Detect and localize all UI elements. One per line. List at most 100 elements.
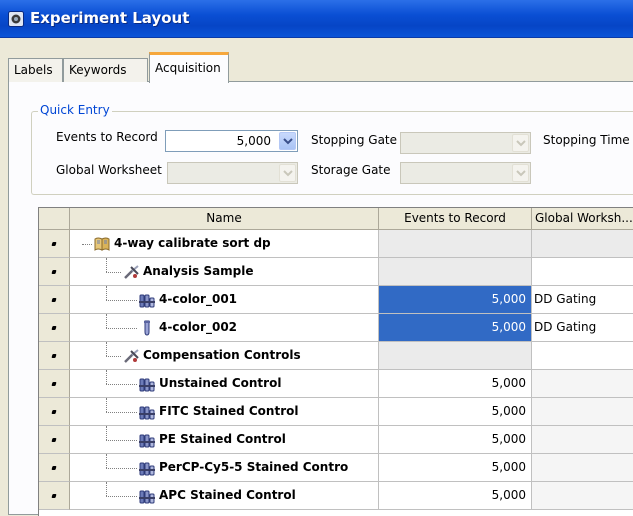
window-titlebar[interactable]: Experiment Layout [0,0,633,38]
name-cell[interactable]: Compensation Controls [70,342,379,370]
name-cell[interactable]: Analysis Sample [70,258,379,286]
events-cell[interactable]: 5,000 [379,314,532,342]
row-marker-dot [51,438,57,442]
grid-corner-header[interactable] [39,208,70,230]
tree-connector [106,384,137,385]
worksheet-cell[interactable] [532,426,633,454]
row-marker-dot [51,466,57,470]
tab-keywords[interactable]: Keywords [63,58,148,82]
table-row[interactable]: APC Stained Control 5,000 [39,482,633,510]
worksheet-cell[interactable] [532,398,633,426]
name-cell[interactable]: PerCP-Cy5-5 Stained Contro [70,454,379,482]
worksheet-cell[interactable] [532,454,633,482]
events-cell[interactable]: 5,000 [379,482,532,510]
events-cell[interactable] [379,258,532,286]
row-selector[interactable] [39,230,70,258]
worksheet-cell[interactable] [532,482,633,510]
row-marker-dot [51,270,57,274]
row-selector[interactable] [39,370,70,398]
tree-connector [106,412,137,413]
tube-icon [139,320,155,336]
worksheet-cell[interactable] [532,258,633,286]
events-to-record-combo[interactable]: 5,000 [165,130,298,152]
row-name-label: Analysis Sample [143,264,254,278]
tree-connector [82,244,92,245]
tree-connector [106,342,107,356]
worksheet-cell[interactable]: DD Gating [532,314,633,342]
chevron-down-icon[interactable] [279,164,296,182]
stopping-gate-combo[interactable] [400,132,531,154]
events-cell[interactable]: 5,000 [379,426,532,454]
tab-labels-label: Labels [14,63,53,77]
worksheet-cell[interactable] [532,230,633,258]
events-cell[interactable]: 5,000 [379,370,532,398]
tab-acquisition[interactable]: Acquisition [149,52,229,83]
events-cell[interactable] [379,342,532,370]
row-selector[interactable] [39,398,70,426]
row-selector[interactable] [39,258,70,286]
row-name-label: 4-color_002 [159,320,238,334]
events-cell[interactable] [379,230,532,258]
tree-connector [106,468,137,469]
table-row[interactable]: Analysis Sample [39,258,633,286]
events-cell[interactable]: 5,000 [379,398,532,426]
specimen-icon [123,264,139,280]
row-selector[interactable] [39,482,70,510]
column-header-worksheet[interactable]: Global Worksh... [532,208,633,230]
table-row[interactable]: 4-color_002 5,000 DD Gating [39,314,633,342]
row-marker-dot [51,242,57,246]
table-row[interactable]: 4-color_001 5,000 DD Gating [39,286,633,314]
tree-connector [106,426,107,440]
worksheet-cell[interactable] [532,342,633,370]
tree-connector [106,398,107,412]
row-name-label: APC Stained Control [159,488,296,502]
storage-gate-combo[interactable] [400,162,531,184]
tab-labels[interactable]: Labels [8,58,63,82]
column-header-name-label: Name [206,211,242,225]
name-cell[interactable]: FITC Stained Control [70,398,379,426]
table-row[interactable]: Compensation Controls [39,342,633,370]
table-row[interactable]: Unstained Control 5,000 [39,370,633,398]
tree-connector [106,482,107,496]
column-header-name[interactable]: Name [70,208,379,230]
column-header-events[interactable]: Events to Record [379,208,532,230]
chevron-down-icon[interactable] [512,164,529,182]
row-marker-dot [51,494,57,498]
tab-keywords-label: Keywords [69,63,127,77]
tube-rack-icon [139,460,155,476]
name-cell[interactable]: 4-color_001 [70,286,379,314]
table-row[interactable]: PE Stained Control 5,000 [39,426,633,454]
tree-connector [106,440,137,441]
name-cell[interactable]: 4-way calibrate sort dp [70,230,379,258]
tube-rack-icon [139,488,155,504]
tree-connector [106,258,107,272]
events-cell[interactable]: 5,000 [379,286,532,314]
name-cell[interactable]: 4-color_002 [70,314,379,342]
events-to-record-label: Events to Record [56,130,158,144]
row-selector[interactable] [39,286,70,314]
chevron-down-icon[interactable] [279,132,296,150]
name-cell[interactable]: PE Stained Control [70,426,379,454]
row-selector[interactable] [39,454,70,482]
table-row[interactable]: 4-way calibrate sort dp [39,230,633,258]
events-to-record-value: 5,000 [236,134,271,148]
tube-rack-icon [139,404,155,420]
row-selector[interactable] [39,426,70,454]
tube-rack-icon [139,432,155,448]
worksheet-cell[interactable]: DD Gating [532,286,633,314]
name-cell[interactable]: Unstained Control [70,370,379,398]
chevron-down-icon[interactable] [512,134,529,152]
row-name-label: PerCP-Cy5-5 Stained Contro [159,460,349,474]
global-worksheet-combo[interactable] [167,162,298,184]
table-row[interactable]: PerCP-Cy5-5 Stained Contro 5,000 [39,454,633,482]
tree-connector [106,300,137,301]
experiment-grid[interactable]: Name Events to Record Global Worksh... 4… [38,207,633,516]
row-selector[interactable] [39,314,70,342]
tube-rack-icon [139,292,155,308]
events-cell[interactable]: 5,000 [379,454,532,482]
tree-connector [106,356,121,357]
row-selector[interactable] [39,342,70,370]
name-cell[interactable]: APC Stained Control [70,482,379,510]
table-row[interactable]: FITC Stained Control 5,000 [39,398,633,426]
worksheet-cell[interactable] [532,370,633,398]
